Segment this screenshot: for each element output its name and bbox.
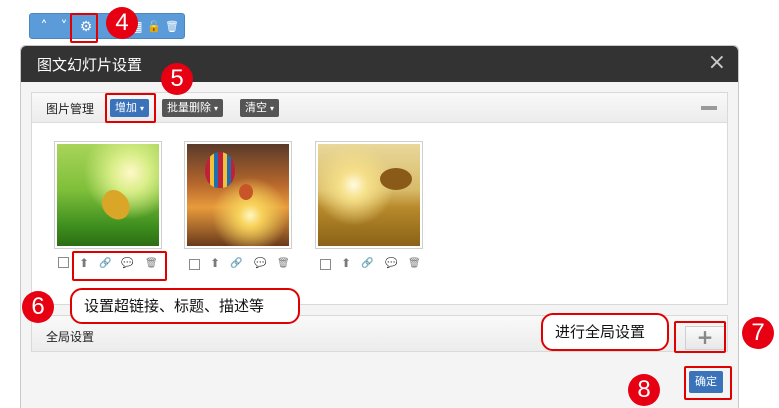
step-badge-6: 6: [22, 291, 54, 323]
batch-delete-button[interactable]: 批量删除 ▾: [162, 99, 224, 117]
callout-global-settings: 进行全局设置: [541, 313, 669, 351]
step-badge-5: 5: [161, 63, 193, 95]
dialog-title: 图文幻灯片设置: [37, 56, 143, 74]
highlight-add-button: [105, 93, 156, 123]
dialog-title-bar: 图文幻灯片设置 ×: [21, 46, 738, 82]
balloon-image: [187, 144, 289, 246]
upload-icon[interactable]: ⬆: [209, 257, 221, 270]
select-checkbox[interactable]: [58, 257, 69, 268]
trash-icon[interactable]: 🗑: [408, 257, 421, 270]
step-badge-8: 8: [628, 374, 660, 406]
callout-image-actions: 设置超链接、标题、描述等: [70, 288, 300, 324]
image-thumbnail[interactable]: [184, 141, 292, 249]
highlight-image-actions: [72, 251, 167, 281]
comment-icon[interactable]: 💬: [254, 257, 266, 270]
highlight-settings: [70, 13, 98, 43]
leaf-image: [57, 144, 159, 246]
image-thumbnail[interactable]: [315, 141, 423, 249]
close-icon[interactable]: ×: [708, 51, 726, 75]
link-icon[interactable]: 🔗: [361, 257, 373, 270]
chevron-up-icon[interactable]: ˄: [34, 17, 54, 37]
highlight-global-expand: [674, 321, 726, 353]
collapse-icon[interactable]: [701, 106, 717, 110]
global-settings-label: 全局设置: [46, 330, 95, 344]
step-badge-7: 7: [742, 317, 774, 349]
tree-image: [318, 144, 420, 246]
link-icon[interactable]: 🔗: [230, 257, 242, 270]
highlight-confirm-button: [684, 366, 732, 400]
image-thumbnail[interactable]: [54, 141, 162, 249]
step-badge-4: 4: [106, 7, 138, 39]
unlock-icon[interactable]: 🔓: [144, 17, 164, 37]
image-manager-label: 图片管理: [46, 102, 95, 116]
clear-button[interactable]: 清空 ▾: [240, 99, 280, 117]
trash-icon[interactable]: 🗑: [277, 257, 290, 270]
trash-icon[interactable]: 🗑: [162, 17, 182, 37]
upload-icon[interactable]: ⬆: [340, 257, 352, 270]
comment-icon[interactable]: 💬: [385, 257, 397, 270]
select-checkbox[interactable]: [320, 259, 331, 270]
select-checkbox[interactable]: [189, 259, 200, 270]
